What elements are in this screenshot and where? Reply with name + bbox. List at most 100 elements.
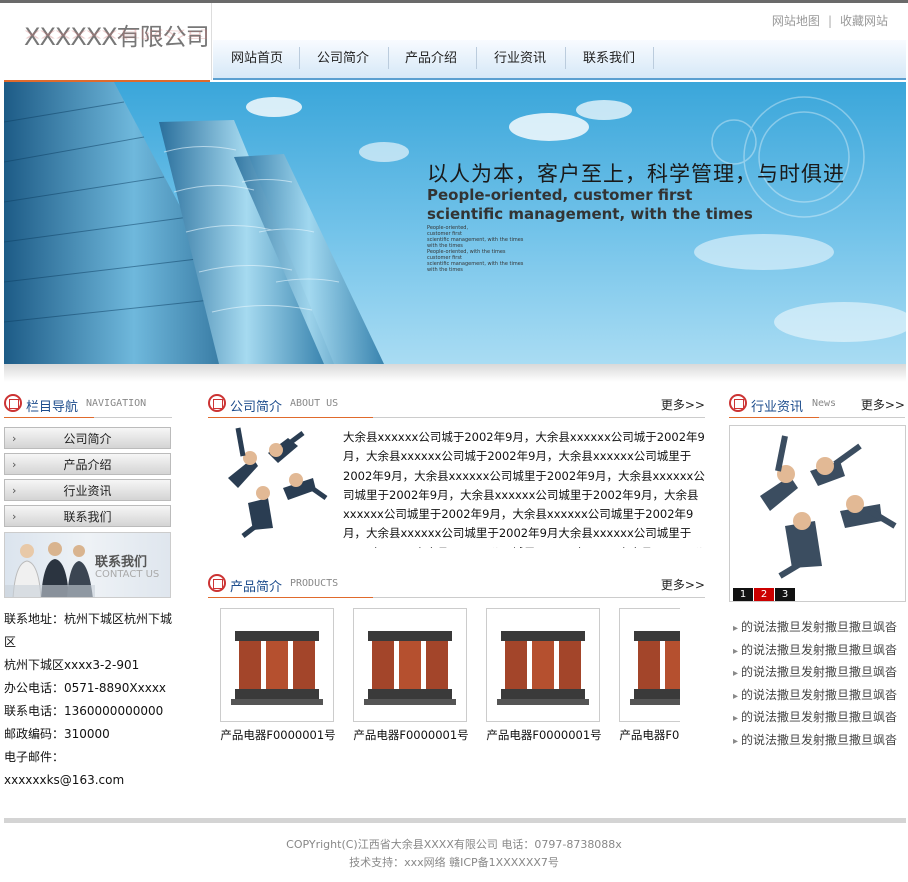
bullet-icon: ▸	[733, 713, 739, 725]
nav-divider	[653, 47, 654, 69]
product-name[interactable]: 产品电器F0000001号	[619, 727, 680, 743]
contact-office-phone: 办公电话：0571-8890Xxxxx	[4, 681, 167, 695]
news-item-label[interactable]: 的说法撒旦发射撒旦撒旦飒沓	[741, 620, 897, 634]
chevron-right-icon: ›	[12, 432, 17, 445]
sitemap-link[interactable]: 网站地图	[772, 12, 820, 29]
sidebar-item-products[interactable]: › 产品介绍	[4, 453, 171, 475]
products-section-header: 产品简介 PRODUCTS 更多>>	[208, 568, 705, 598]
nav-about[interactable]: 公司简介	[311, 48, 375, 70]
news-item-label[interactable]: 的说法撒旦发射撒旦撒旦飒沓	[741, 643, 897, 657]
news-item[interactable]: ▸ 的说法撒旦发射撒旦撒旦飒沓	[733, 707, 905, 730]
transformer-image	[364, 631, 456, 705]
bullet-icon: ▸	[733, 735, 739, 747]
news-item[interactable]: ▸ 的说法撒旦发射撒旦撒旦飒沓	[733, 662, 905, 685]
news-title: 行业资讯	[751, 400, 804, 415]
nav-products[interactable]: 产品介绍	[399, 48, 463, 70]
contact-address-detail: 杭州下城区xxxx3-2-901	[4, 658, 140, 672]
sidebar-item-news[interactable]: › 行业资讯	[4, 479, 171, 501]
product-card[interactable]: 产品电器F0000001号	[619, 608, 680, 743]
nav-news[interactable]: 行业资讯	[488, 48, 552, 70]
transformer-image	[630, 631, 680, 705]
transformer-image	[231, 631, 323, 705]
news-title-en: News	[812, 398, 837, 409]
main-nav: 网站首页 公司简介 产品介绍 行业资讯 联系我们	[213, 40, 906, 78]
bullet-icon: ▸	[733, 623, 739, 634]
top-link-separator: |	[827, 14, 832, 28]
banner-slogan-en-line1: People-oriented, customer first	[427, 186, 693, 204]
banner-slogan-en: People-oriented, customer first scientif…	[427, 186, 753, 224]
slide-indicator-2[interactable]: 2	[754, 588, 774, 601]
news-item-label[interactable]: 的说法撒旦发射撒旦撒旦飒沓	[741, 665, 897, 679]
nav-divider	[476, 47, 477, 69]
section-icon	[208, 394, 226, 412]
nav-bottom-line	[213, 78, 906, 80]
bullet-icon: ▸	[733, 690, 739, 702]
sidebar-item-label: 产品介绍	[63, 458, 112, 472]
business-team-image	[730, 426, 905, 586]
contact-address-cont: 区	[4, 635, 17, 649]
news-list: ▸ 的说法撒旦发射撒旦撒旦飒沓 ▸ 的说法撒旦发射撒旦撒旦飒沓 ▸ 的说法撒旦发射撒旦…	[733, 617, 905, 753]
products-title: 产品简介	[230, 580, 283, 595]
bookmark-link[interactable]: 收藏网站	[840, 12, 888, 29]
news-item[interactable]: ▸ 的说法撒旦发射撒旦撒旦飒沓	[733, 685, 905, 708]
nav-divider	[299, 47, 300, 69]
about-more-link[interactable]: 更多>>	[661, 396, 705, 413]
navigation-title-en: NAVIGATION	[86, 398, 147, 409]
about-text: 大余县xxxxxx公司城于2002年9月，大余县xxxxxx公司城于2002年9…	[343, 430, 705, 548]
news-slideshow[interactable]: 1 2 3	[729, 425, 906, 602]
news-section-header: 行业资讯 News 更多>>	[729, 388, 905, 418]
product-image	[486, 608, 600, 722]
nav-home[interactable]: 网站首页	[225, 48, 289, 70]
nav-divider	[565, 47, 566, 69]
product-name[interactable]: 产品电器F0000001号	[353, 727, 469, 743]
news-item-label[interactable]: 的说法撒旦发射撒旦撒旦飒沓	[741, 688, 897, 702]
product-card[interactable]: 产品电器F0000001号	[486, 608, 602, 743]
sidebar-item-label: 联系我们	[63, 510, 112, 524]
product-name[interactable]: 产品电器F0000001号	[486, 727, 602, 743]
footer-divider	[4, 818, 906, 823]
product-card[interactable]: 产品电器F0000001号	[220, 608, 336, 743]
banner-small-text: People-oriented, customer first scientif…	[427, 225, 523, 273]
chevron-right-icon: ›	[12, 458, 17, 471]
business-team-image	[208, 418, 336, 538]
contact-banner-title-en: CONTACT US	[95, 569, 160, 580]
nav-contact[interactable]: 联系我们	[577, 48, 641, 70]
product-image	[353, 608, 467, 722]
product-card[interactable]: 产品电器F0000001号	[353, 608, 469, 743]
transformer-image	[497, 631, 589, 705]
sidebar-item-label: 公司简介	[63, 432, 112, 446]
news-more-link[interactable]: 更多>>	[861, 396, 905, 413]
section-icon	[729, 394, 747, 412]
product-image	[220, 608, 334, 722]
top-links: 网站地图 | 收藏网站	[772, 12, 888, 29]
office-people-image	[5, 542, 95, 597]
banner-shadow	[4, 364, 906, 382]
products-title-en: PRODUCTS	[290, 578, 339, 589]
section-accent-line	[208, 597, 373, 598]
contact-info: 联系地址：杭州下城区杭州下城 区 杭州下城区xxxx3-2-901 办公电话：0…	[4, 608, 176, 792]
product-image	[619, 608, 680, 722]
products-more-link[interactable]: 更多>>	[661, 576, 705, 593]
news-item[interactable]: ▸ 的说法撒旦发射撒旦撒旦飒沓	[733, 730, 905, 753]
sidebar-item-about[interactable]: › 公司简介	[4, 427, 171, 449]
news-item[interactable]: ▸ 的说法撒旦发射撒旦撒旦飒沓	[733, 640, 905, 663]
about-title-en: ABOUT US	[290, 398, 339, 409]
slide-indicator-3[interactable]: 3	[775, 588, 795, 601]
news-item-label[interactable]: 的说法撒旦发射撒旦撒旦飒沓	[741, 710, 897, 724]
chevron-right-icon: ›	[12, 484, 17, 497]
logo-area[interactable]: XXXXXX有限公司 XXXXXX有限公司	[0, 3, 212, 83]
news-item[interactable]: ▸ 的说法撒旦发射撒旦撒旦飒沓	[733, 617, 905, 640]
product-name[interactable]: 产品电器F0000001号	[220, 727, 336, 743]
navigation-title: 栏目导航	[26, 400, 79, 415]
section-accent-line	[4, 417, 94, 418]
chevron-right-icon: ›	[12, 510, 17, 523]
sidebar-item-contact[interactable]: › 联系我们	[4, 505, 171, 527]
section-icon	[4, 394, 22, 412]
contact-us-banner[interactable]: 联系我们 CONTACT US	[4, 532, 171, 598]
logo-reflection: XXXXXX有限公司	[24, 27, 209, 41]
slide-indicator-1[interactable]: 1	[733, 588, 753, 601]
news-item-label[interactable]: 的说法撒旦发射撒旦撒旦飒沓	[741, 733, 897, 747]
banner-slogan-en-line2: scientific management, with the times	[427, 205, 753, 223]
contact-email[interactable]: 电子邮件：xxxxxxks@163.com	[4, 746, 176, 792]
contact-mobile: 联系电话：1360000000000	[4, 704, 164, 718]
